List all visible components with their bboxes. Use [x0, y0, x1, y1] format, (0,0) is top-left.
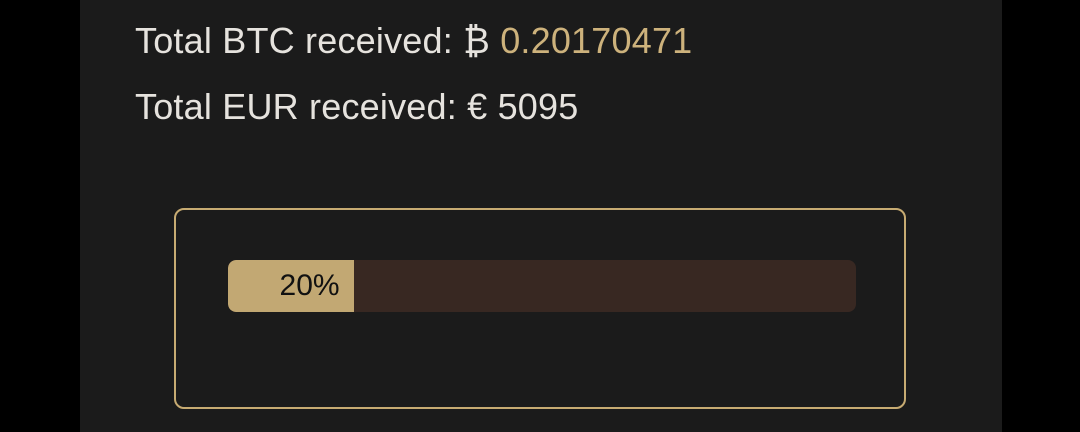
progress-card: 20% — [174, 208, 906, 409]
progress-percent-label: 20% — [279, 269, 340, 302]
total-eur-label: Total EUR received: — [135, 86, 468, 127]
btc-symbol: ₿ — [463, 20, 490, 61]
total-btc-received: Total BTC received: ₿ 0.20170471 — [135, 20, 692, 62]
total-btc-label: Total BTC received: — [135, 20, 464, 61]
total-eur-value: 5095 — [497, 86, 579, 127]
progress-bar-fill: 20% — [228, 260, 354, 312]
eur-symbol: € — [467, 86, 488, 127]
progress-bar-track: 20% — [228, 260, 856, 312]
total-eur-received: Total EUR received: € 5095 — [135, 86, 578, 128]
total-btc-value: 0.20170471 — [500, 20, 693, 61]
donation-stats-panel: Total BTC received: ₿ 0.20170471 Total E… — [80, 0, 1002, 432]
